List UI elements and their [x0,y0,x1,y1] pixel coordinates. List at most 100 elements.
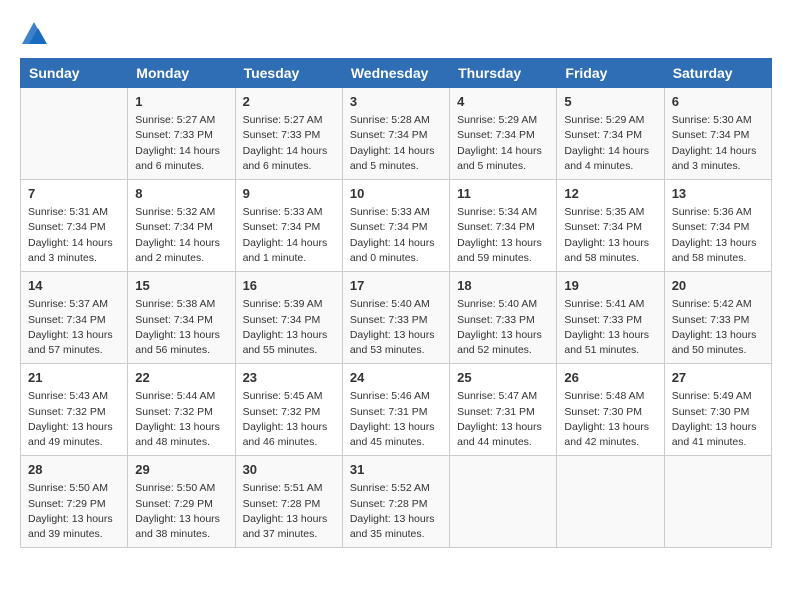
calendar-cell: 4 Sunrise: 5:29 AM Sunset: 7:34 PM Daylig… [450,88,557,180]
calendar-cell: 3 Sunrise: 5:28 AM Sunset: 7:34 PM Daylig… [342,88,449,180]
day-number: 28 [28,461,120,479]
day-number: 23 [243,369,335,387]
day-number: 31 [350,461,442,479]
calendar-cell [21,88,128,180]
calendar-week-row: 1 Sunrise: 5:27 AM Sunset: 7:33 PM Daylig… [21,88,772,180]
day-number: 2 [243,93,335,111]
cell-info: Sunrise: 5:35 AM Sunset: 7:34 PM Dayligh… [564,205,656,266]
calendar-cell: 10 Sunrise: 5:33 AM Sunset: 7:34 PM Dayli… [342,180,449,272]
calendar-cell: 18Sunrise: 5:40 AM Sunset: 7:33 PM Dayli… [450,272,557,364]
calendar-week-row: 21 Sunrise: 5:43 AM Sunset: 7:32 PM Dayli… [21,364,772,456]
day-number: 15 [135,277,227,295]
day-number: 14 [28,277,120,295]
day-number: 7 [28,185,120,203]
calendar-cell: 25 Sunrise: 5:47 AM Sunset: 7:31 PM Dayli… [450,364,557,456]
cell-info: Sunrise: 5:51 AM Sunset: 7:28 PM Dayligh… [243,481,335,542]
calendar-header: SundayMondayTuesdayWednesdayThursdayFrid… [21,59,772,88]
cell-info: Sunrise: 5:27 AM Sunset: 7:33 PM Dayligh… [243,113,335,174]
cell-info: Sunrise: 5:39 AM Sunset: 7:34 PM Dayligh… [243,297,335,358]
calendar-cell: 23 Sunrise: 5:45 AM Sunset: 7:32 PM Dayli… [235,364,342,456]
day-number: 24 [350,369,442,387]
calendar-cell: 12 Sunrise: 5:35 AM Sunset: 7:34 PM Dayli… [557,180,664,272]
calendar-cell: 21 Sunrise: 5:43 AM Sunset: 7:32 PM Dayli… [21,364,128,456]
weekday-header: Thursday [450,59,557,88]
cell-info: Sunrise: 5:34 AM Sunset: 7:34 PM Dayligh… [457,205,549,266]
day-number: 30 [243,461,335,479]
cell-info: Sunrise: 5:30 AM Sunset: 7:34 PM Dayligh… [672,113,764,174]
weekday-header: Monday [128,59,235,88]
cell-info: Sunrise: 5:38 AM Sunset: 7:34 PM Dayligh… [135,297,227,358]
day-number: 12 [564,185,656,203]
calendar-week-row: 28 Sunrise: 5:50 AM Sunset: 7:29 PM Dayli… [21,456,772,548]
cell-info: Sunrise: 5:33 AM Sunset: 7:34 PM Dayligh… [350,205,442,266]
cell-info: Sunrise: 5:32 AM Sunset: 7:34 PM Dayligh… [135,205,227,266]
cell-info: Sunrise: 5:29 AM Sunset: 7:34 PM Dayligh… [564,113,656,174]
day-number: 20 [672,277,764,295]
page-header [20,20,772,48]
cell-info: Sunrise: 5:48 AM Sunset: 7:30 PM Dayligh… [564,389,656,450]
calendar-cell: 2 Sunrise: 5:27 AM Sunset: 7:33 PM Daylig… [235,88,342,180]
day-number: 25 [457,369,549,387]
cell-info: Sunrise: 5:43 AM Sunset: 7:32 PM Dayligh… [28,389,120,450]
day-number: 4 [457,93,549,111]
calendar-cell: 7 Sunrise: 5:31 AM Sunset: 7:34 PM Daylig… [21,180,128,272]
day-number: 3 [350,93,442,111]
weekday-header: Friday [557,59,664,88]
calendar-cell: 11 Sunrise: 5:34 AM Sunset: 7:34 PM Dayli… [450,180,557,272]
calendar-cell [557,456,664,548]
day-number: 26 [564,369,656,387]
cell-info: Sunrise: 5:50 AM Sunset: 7:29 PM Dayligh… [28,481,120,542]
calendar-cell: 8 Sunrise: 5:32 AM Sunset: 7:34 PM Daylig… [128,180,235,272]
day-number: 8 [135,185,227,203]
cell-info: Sunrise: 5:41 AM Sunset: 7:33 PM Dayligh… [564,297,656,358]
cell-info: Sunrise: 5:49 AM Sunset: 7:30 PM Dayligh… [672,389,764,450]
calendar-cell: 27 Sunrise: 5:49 AM Sunset: 7:30 PM Dayli… [664,364,771,456]
day-number: 27 [672,369,764,387]
calendar-cell [450,456,557,548]
cell-info: Sunrise: 5:45 AM Sunset: 7:32 PM Dayligh… [243,389,335,450]
calendar-cell: 17 Sunrise: 5:40 AM Sunset: 7:33 PM Dayli… [342,272,449,364]
cell-info: Sunrise: 5:46 AM Sunset: 7:31 PM Dayligh… [350,389,442,450]
weekday-header: Sunday [21,59,128,88]
cell-info: Sunrise: 5:27 AM Sunset: 7:33 PM Dayligh… [135,113,227,174]
day-number: 13 [672,185,764,203]
cell-info: Sunrise: 5:36 AM Sunset: 7:34 PM Dayligh… [672,205,764,266]
day-number: 22 [135,369,227,387]
calendar-week-row: 14Sunrise: 5:37 AM Sunset: 7:34 PM Dayli… [21,272,772,364]
calendar-cell: 26 Sunrise: 5:48 AM Sunset: 7:30 PM Dayli… [557,364,664,456]
calendar-cell: 5Sunrise: 5:29 AM Sunset: 7:34 PM Daylig… [557,88,664,180]
day-number: 1 [135,93,227,111]
calendar-week-row: 7 Sunrise: 5:31 AM Sunset: 7:34 PM Daylig… [21,180,772,272]
day-number: 16 [243,277,335,295]
weekday-header: Saturday [664,59,771,88]
calendar-cell: 30 Sunrise: 5:51 AM Sunset: 7:28 PM Dayli… [235,456,342,548]
cell-info: Sunrise: 5:31 AM Sunset: 7:34 PM Dayligh… [28,205,120,266]
cell-info: Sunrise: 5:28 AM Sunset: 7:34 PM Dayligh… [350,113,442,174]
cell-info: Sunrise: 5:33 AM Sunset: 7:34 PM Dayligh… [243,205,335,266]
calendar-cell: 28 Sunrise: 5:50 AM Sunset: 7:29 PM Dayli… [21,456,128,548]
logo-icon [20,20,48,48]
calendar-cell: 15 Sunrise: 5:38 AM Sunset: 7:34 PM Dayli… [128,272,235,364]
day-number: 21 [28,369,120,387]
cell-info: Sunrise: 5:29 AM Sunset: 7:34 PM Dayligh… [457,113,549,174]
cell-info: Sunrise: 5:42 AM Sunset: 7:33 PM Dayligh… [672,297,764,358]
cell-info: Sunrise: 5:50 AM Sunset: 7:29 PM Dayligh… [135,481,227,542]
calendar-table: SundayMondayTuesdayWednesdayThursdayFrid… [20,58,772,548]
calendar-cell: 22Sunrise: 5:44 AM Sunset: 7:32 PM Dayli… [128,364,235,456]
day-number: 29 [135,461,227,479]
day-number: 19 [564,277,656,295]
weekday-header: Wednesday [342,59,449,88]
calendar-cell: 1 Sunrise: 5:27 AM Sunset: 7:33 PM Daylig… [128,88,235,180]
cell-info: Sunrise: 5:47 AM Sunset: 7:31 PM Dayligh… [457,389,549,450]
cell-info: Sunrise: 5:40 AM Sunset: 7:33 PM Dayligh… [350,297,442,358]
calendar-cell: 24 Sunrise: 5:46 AM Sunset: 7:31 PM Dayli… [342,364,449,456]
calendar-cell: 19 Sunrise: 5:41 AM Sunset: 7:33 PM Dayli… [557,272,664,364]
day-number: 11 [457,185,549,203]
calendar-cell: 9Sunrise: 5:33 AM Sunset: 7:34 PM Daylig… [235,180,342,272]
day-number: 17 [350,277,442,295]
day-number: 10 [350,185,442,203]
calendar-cell: 31Sunrise: 5:52 AM Sunset: 7:28 PM Dayli… [342,456,449,548]
calendar-cell: 13 Sunrise: 5:36 AM Sunset: 7:34 PM Dayli… [664,180,771,272]
day-number: 6 [672,93,764,111]
cell-info: Sunrise: 5:40 AM Sunset: 7:33 PM Dayligh… [457,297,549,358]
